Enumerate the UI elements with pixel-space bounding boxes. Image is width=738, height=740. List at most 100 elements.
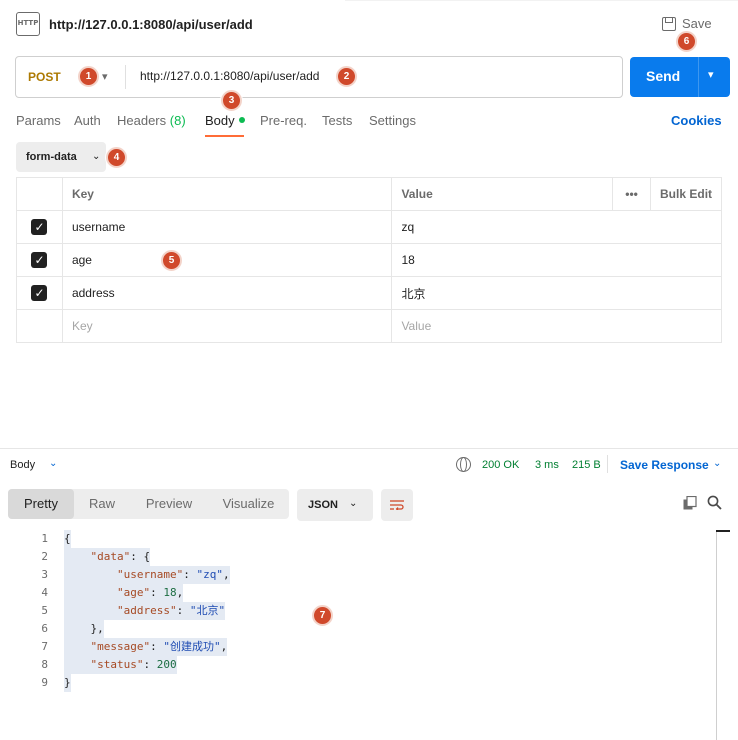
line-number: 1: [41, 532, 48, 545]
status-code[interactable]: 200 OK: [482, 459, 519, 471]
line-number: 3: [41, 568, 48, 581]
copy-icon[interactable]: [683, 496, 697, 510]
send-separator: [698, 57, 699, 97]
annotation-badge: 7: [312, 605, 333, 626]
line-number: 2: [41, 550, 48, 563]
row-checkbox-cell: ✓: [16, 210, 63, 244]
meta-separator: [607, 455, 608, 473]
annotation-badge: 3: [221, 90, 242, 111]
column-header-value: Value: [391, 177, 614, 211]
row-checkbox[interactable]: ✓: [31, 252, 48, 268]
tab-tests[interactable]: Tests: [322, 113, 352, 128]
chevron-down-icon[interactable]: ⌄: [713, 458, 721, 469]
pane-divider[interactable]: [0, 448, 738, 449]
row-checkbox-cell: ✓: [16, 243, 63, 277]
form-data-table: Key Value ••• Bulk Edit ✓ username zq ✓ …: [16, 177, 722, 343]
bulk-edit-button[interactable]: Bulk Edit: [650, 177, 722, 211]
tab-params[interactable]: Params: [16, 113, 61, 128]
globe-icon[interactable]: [456, 457, 471, 472]
top-divider: [345, 0, 738, 1]
line-number: 6: [41, 622, 48, 635]
body-status-dot: [238, 117, 245, 123]
line-number: 7: [41, 640, 48, 653]
code-text: "message": "创建成功",: [64, 638, 228, 656]
code-text: "address": "北京": [64, 602, 226, 620]
empty-checkbox-cell: [16, 309, 63, 343]
row-checkbox[interactable]: ✓: [31, 219, 48, 235]
new-key-input[interactable]: Key: [61, 309, 393, 343]
url-bar: POST ▾ http://127.0.0.1:8080/api/user/ad…: [15, 56, 623, 98]
chevron-down-icon[interactable]: ⌄: [49, 458, 57, 469]
annotation-badge: 1: [78, 66, 99, 87]
scrollbar-thumb[interactable]: [716, 530, 730, 532]
key-cell[interactable]: username: [61, 210, 393, 244]
scrollbar-track[interactable]: [716, 530, 717, 740]
code-text: "status": 200: [64, 656, 177, 674]
response-body-label[interactable]: Body: [10, 459, 35, 471]
tab-headers[interactable]: Headers (8): [117, 113, 186, 128]
tab-body-label: Body: [205, 113, 235, 128]
wrap-lines-button[interactable]: [381, 489, 413, 521]
send-button[interactable]: Send ▾: [630, 57, 730, 97]
table-row-empty: Key Value: [16, 309, 722, 343]
table-header-row: Key Value ••• Bulk Edit: [16, 177, 722, 211]
table-row: ✓ address 北京: [16, 276, 722, 310]
code-text: {: [64, 530, 71, 548]
table-row: ✓ age 18: [16, 243, 722, 277]
line-number: 8: [41, 658, 48, 671]
line-number: 5: [41, 604, 48, 617]
send-options-chevron-icon[interactable]: ▾: [708, 68, 714, 81]
save-response-button[interactable]: Save Response: [620, 458, 709, 472]
line-number: 4: [41, 586, 48, 599]
tab-headers-label: Headers: [117, 113, 167, 128]
code-text: },: [64, 620, 104, 638]
request-title[interactable]: http://127.0.0.1:8080/api/user/add: [49, 17, 253, 32]
line-number: 9: [41, 676, 48, 689]
tab-body[interactable]: Body: [205, 113, 245, 128]
key-cell[interactable]: age: [61, 243, 393, 277]
annotation-badge: 4: [106, 147, 127, 168]
chevron-down-icon: ⌄: [349, 498, 358, 509]
table-row: ✓ username zq: [16, 210, 722, 244]
url-separator: [125, 65, 126, 89]
response-time[interactable]: 3 ms: [535, 459, 559, 471]
value-cell[interactable]: 北京: [391, 276, 722, 310]
response-size[interactable]: 215 B: [572, 459, 601, 471]
more-options-button[interactable]: •••: [612, 177, 652, 211]
tab-preview[interactable]: Preview: [130, 489, 208, 519]
value-cell[interactable]: zq: [391, 210, 722, 244]
format-select[interactable]: JSON ⌄: [297, 489, 373, 521]
method-select[interactable]: POST: [28, 70, 61, 84]
tab-settings[interactable]: Settings: [369, 113, 416, 128]
column-header-key: Key: [61, 177, 393, 211]
tab-visualize[interactable]: Visualize: [208, 489, 289, 519]
annotation-badge: 5: [161, 250, 182, 271]
code-text: "data": {: [64, 548, 151, 566]
response-view-tabs: Pretty Raw Preview Visualize: [8, 489, 289, 519]
new-value-input[interactable]: Value: [391, 309, 722, 343]
row-checkbox-cell: ✓: [16, 276, 63, 310]
format-label: JSON: [308, 499, 338, 511]
headers-count: (8): [169, 113, 186, 128]
tab-auth[interactable]: Auth: [74, 113, 101, 128]
header-checkbox-cell: [16, 177, 63, 211]
tab-raw[interactable]: Raw: [74, 489, 130, 519]
body-type-select[interactable]: form-data ⌄: [16, 142, 106, 172]
value-cell[interactable]: 18: [391, 243, 722, 277]
row-checkbox[interactable]: ✓: [31, 285, 48, 301]
code-text: "username": "zq",: [64, 566, 230, 584]
tab-prereq[interactable]: Pre-req.: [260, 113, 307, 128]
wrap-icon: [390, 500, 404, 510]
chevron-down-icon[interactable]: ▾: [102, 70, 108, 83]
code-text: }: [64, 674, 71, 692]
search-icon[interactable]: [707, 495, 722, 510]
body-type-label: form-data: [26, 151, 77, 163]
cookies-link[interactable]: Cookies: [671, 113, 722, 128]
chevron-down-icon: ⌄: [92, 151, 101, 162]
url-input[interactable]: http://127.0.0.1:8080/api/user/add: [140, 69, 319, 83]
tab-pretty[interactable]: Pretty: [8, 489, 74, 519]
key-cell[interactable]: address: [61, 276, 393, 310]
top-bar: HTTP http://127.0.0.1:8080/api/user/add …: [0, 0, 738, 50]
save-button[interactable]: Save: [662, 16, 712, 31]
save-label: Save: [682, 16, 712, 31]
